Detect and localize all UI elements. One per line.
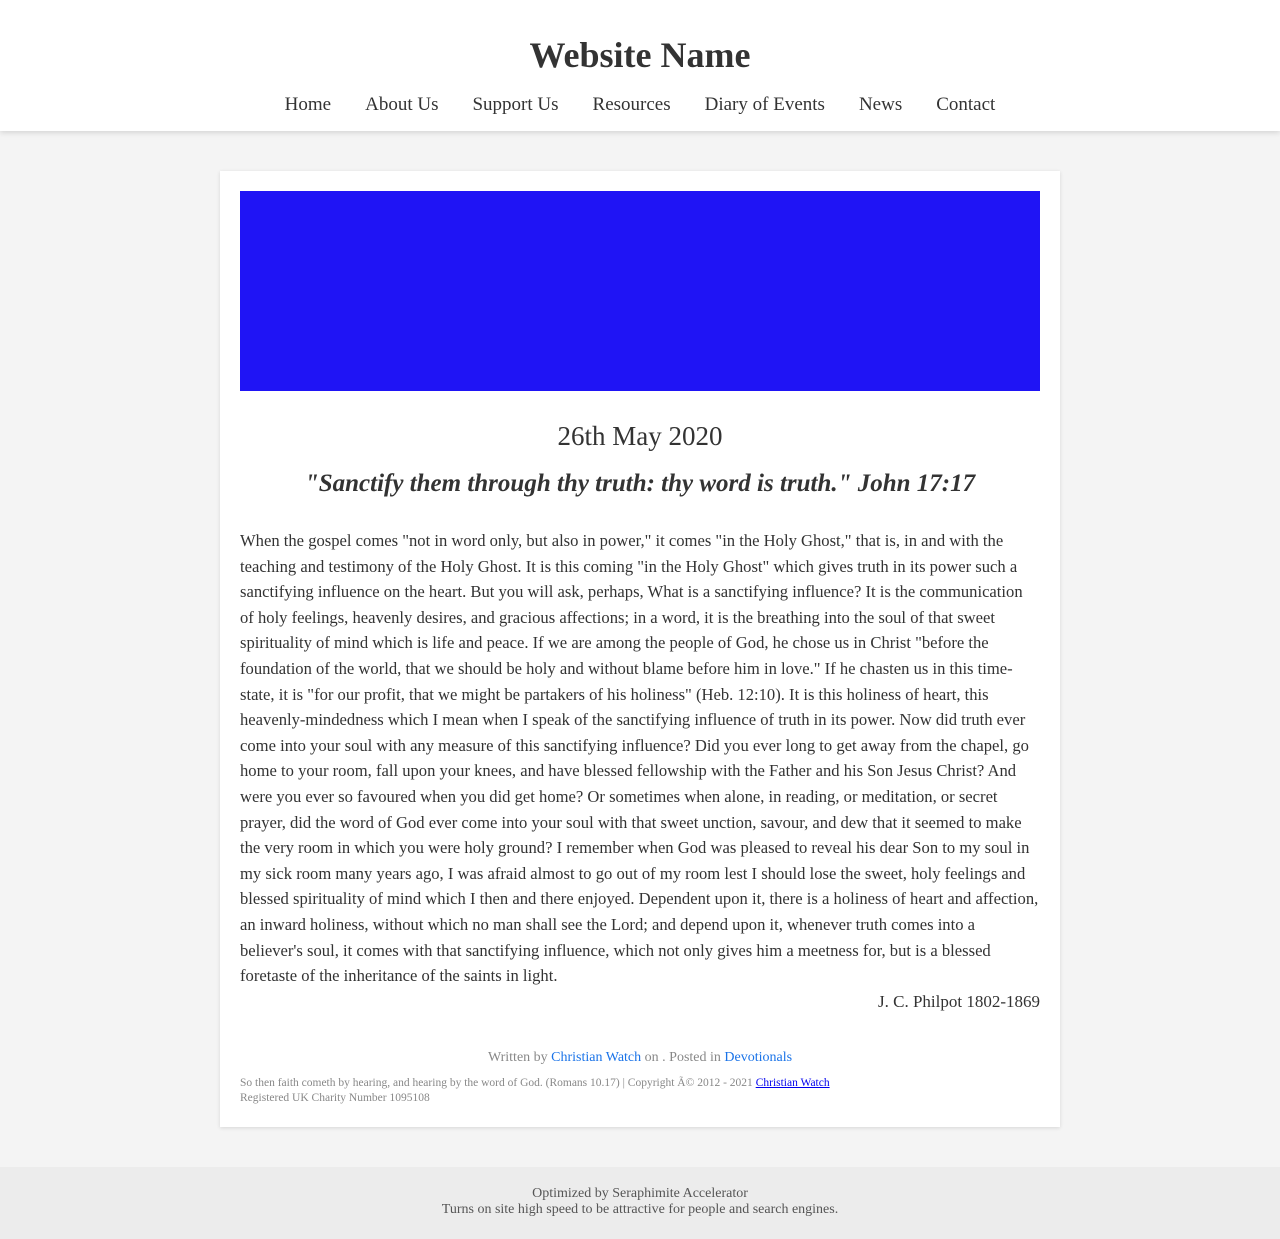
article-card: 26th May 2020 "Sanctify them through thy… [220,171,1060,1127]
nav-news[interactable]: News [859,92,902,118]
nav-support-us[interactable]: Support Us [472,92,558,118]
post-meta: Written by Christian Watch on . Posted i… [240,1048,1040,1068]
copyright-link[interactable]: Christian Watch [756,1077,830,1089]
post-author: J. C. Philpot 1802-1869 [878,992,1040,1011]
site-title[interactable]: Website Name [0,34,1280,76]
footer-tagline: Turns on site high speed to be attractiv… [441,1202,839,1217]
nav-resources[interactable]: Resources [593,92,671,118]
post-body: When the gospel comes "not in word only,… [240,531,1039,986]
nav-about-us[interactable]: About Us [365,92,438,118]
nav-contact[interactable]: Contact [936,92,995,118]
written-by-label: Written by [487,1050,548,1065]
main-nav: Home About Us Support Us Resources Diary… [0,92,1280,118]
charity-number: Registered UK Charity Number 1095108 [240,1092,430,1104]
posted-in-label: on . Posted in [644,1050,721,1065]
copyright-note: So then faith cometh by hearing, and hea… [240,1076,1040,1106]
nav-home[interactable]: Home [285,92,331,118]
banner-image [240,191,1040,391]
post-date: 26th May 2020 [557,421,723,451]
category-link[interactable]: Devotionals [724,1050,792,1065]
post-title: "Sanctify them through thy truth: thy wo… [304,470,976,497]
site-footer: Optimized by Seraphimite Accelerator Tur… [0,1167,1280,1239]
verse-copyright-text: So then faith cometh by hearing, and hea… [240,1077,753,1089]
site-header: Website Name Home About Us Support Us Re… [0,0,1280,131]
footer-optimized-by: Optimized by Seraphimite Accelerator [532,1186,748,1201]
author-link[interactable]: Christian Watch [551,1050,641,1065]
nav-diary-of-events[interactable]: Diary of Events [705,92,825,118]
